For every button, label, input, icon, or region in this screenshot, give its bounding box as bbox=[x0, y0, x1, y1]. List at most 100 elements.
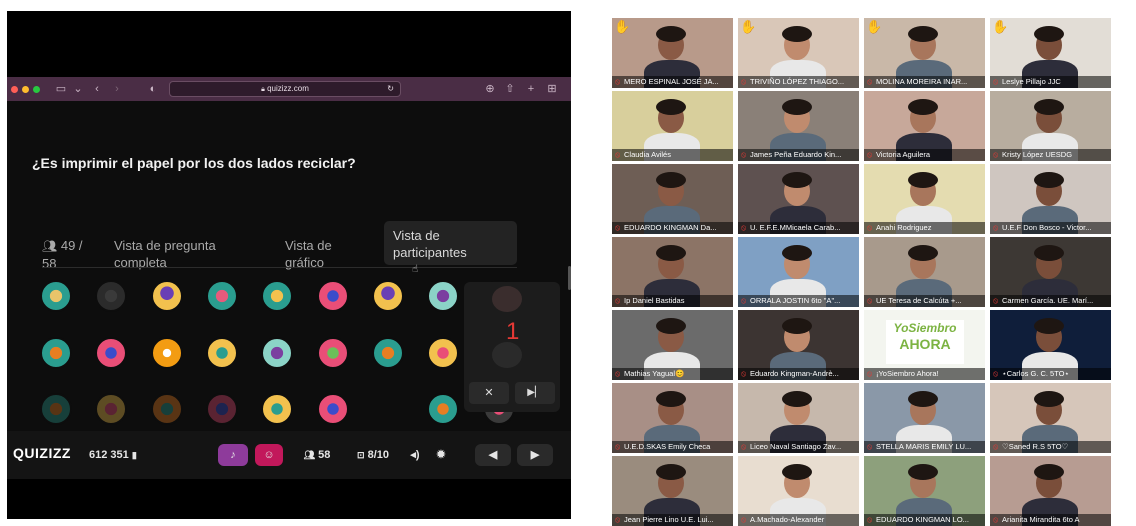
participant-hair bbox=[656, 172, 686, 188]
mic-muted-icon: ⦸ bbox=[615, 442, 621, 451]
mic-muted-icon: ⦸ bbox=[993, 515, 999, 524]
participant-avatar bbox=[206, 280, 238, 312]
raised-hand-icon: ✋ bbox=[992, 19, 1009, 34]
participant-tile[interactable]: Ip Daniel Bastidas ⦸ bbox=[612, 237, 733, 307]
participant-tile[interactable]: ⋆Carlos G. C. 5TO⋆ ⦸ bbox=[990, 310, 1111, 380]
reload-icon[interactable]: ↻ bbox=[387, 82, 394, 96]
participant-hair bbox=[1034, 318, 1064, 334]
participant-tile[interactable]: Carmen García. UE. Marí... ⦸ bbox=[990, 237, 1111, 307]
participant-avatar bbox=[151, 393, 183, 425]
participant-tile[interactable]: EDUARDO KINGMAN Da... ⦸ bbox=[612, 164, 733, 234]
participant-tile[interactable]: ✋ Leslye Pillajo JJC ⦸ bbox=[990, 18, 1111, 88]
url-text: quizizz.com bbox=[267, 84, 309, 93]
participant-hair bbox=[782, 318, 812, 334]
participant-name: Kristy López UESDG bbox=[990, 149, 1111, 161]
tab-overview-icon[interactable]: ⊞ bbox=[545, 81, 559, 97]
participant-tile[interactable]: Eduardo Kingman-Andrè... ⦸ bbox=[738, 310, 859, 380]
mic-muted-icon: ⦸ bbox=[741, 442, 747, 451]
tab-divider bbox=[42, 267, 517, 268]
tab-chart-view[interactable]: Vista de gráfico bbox=[285, 237, 365, 271]
raised-hand-icon: ✋ bbox=[614, 19, 631, 34]
participant-hair bbox=[1034, 391, 1064, 407]
participant-tile[interactable]: Victoria Aguilera ⦸ bbox=[864, 91, 985, 161]
users-icon: 👥︎ bbox=[303, 450, 316, 460]
question-progress[interactable]: ⊡ 8/10 bbox=[349, 444, 397, 466]
participant-tile[interactable]: EDUARDO KINGMAN LO... ⦸ bbox=[864, 456, 985, 526]
participant-name: EDUARDO KINGMAN LO... bbox=[864, 514, 985, 526]
scrollbar[interactable] bbox=[568, 266, 571, 290]
participant-hair bbox=[908, 172, 938, 188]
tab-participants-view[interactable]: Vista de participantes bbox=[384, 221, 517, 265]
participant-tile[interactable]: YoSiembro AHORA ¡YoSiembro Ahora! ⦸ bbox=[864, 310, 985, 380]
participant-name: Eduardo Kingman-Andrè... bbox=[738, 368, 859, 380]
participant-tile[interactable]: Anahi Rodriguez ⦸ bbox=[864, 164, 985, 234]
game-code[interactable]: 612 351 ▮ bbox=[85, 444, 161, 466]
raised-hand-icon: ✋ bbox=[740, 19, 757, 34]
zoom-window-button[interactable] bbox=[33, 86, 40, 93]
mic-muted-icon: ⦸ bbox=[741, 296, 747, 305]
participant-name: EDUARDO KINGMAN Da... bbox=[612, 222, 733, 234]
share-icon[interactable]: ⇧ bbox=[504, 81, 516, 97]
participant-tile[interactable]: Liceo Naval Santiago Zav... ⦸ bbox=[738, 383, 859, 453]
participant-hair bbox=[908, 391, 938, 407]
participant-tile[interactable]: ♡Saned R.S 5TO♡ ⦸ bbox=[990, 383, 1111, 453]
tab-full-question[interactable]: Vista de pregunta completa bbox=[114, 237, 254, 271]
shield-icon[interactable]: ◐ bbox=[147, 81, 159, 97]
participant-tile[interactable]: ✋ MOLINA MOREIRA INAR... ⦸ bbox=[864, 18, 985, 88]
participant-tile[interactable]: ✋ TRIVIÑO LÓPEZ THIAGO... ⦸ bbox=[738, 18, 859, 88]
mic-off-icon: ✕ bbox=[484, 387, 494, 399]
participant-tile[interactable]: A.Machado-Alexander ⦸ bbox=[738, 456, 859, 526]
new-tab-icon[interactable]: + bbox=[525, 81, 537, 97]
participant-name: Claudia Avilés bbox=[612, 149, 733, 161]
quizizz-logo: QUIZIZZ bbox=[13, 445, 71, 461]
shared-screen: ▭ ⌄ ‹ › ◐ 🔒︎ quizizz.com ↻ ⊕ ⇧ + ⊞ ¿Es i… bbox=[7, 11, 571, 519]
download-icon[interactable]: ⊕ bbox=[484, 81, 496, 97]
participant-tile[interactable]: U.E.D.SKAS Emily Checa ⦸ bbox=[612, 383, 733, 453]
participant-tile[interactable]: ✋ MERO ESPINAL JOSÉ JA... ⦸ bbox=[612, 18, 733, 88]
logo-text: YoSiembro bbox=[893, 321, 957, 335]
settings-button[interactable]: ✹ bbox=[431, 444, 451, 466]
url-bar[interactable]: 🔒︎ quizizz.com ↻ bbox=[169, 81, 401, 97]
music-button[interactable]: ♪ bbox=[218, 444, 248, 466]
participant-tile[interactable]: Jean Pierre Lino U.E. Lui... ⦸ bbox=[612, 456, 733, 526]
mic-muted-icon: ⦸ bbox=[993, 442, 999, 451]
next-icon: ▶ bbox=[530, 449, 540, 461]
minimize-window-button[interactable] bbox=[22, 86, 29, 93]
participant-tile[interactable]: UE Teresa de Calcúta +... ⦸ bbox=[864, 237, 985, 307]
participant-tile[interactable]: STELLA MARIS EMILY LU... ⦸ bbox=[864, 383, 985, 453]
mouse-cursor-icon: ☝︎ bbox=[412, 264, 419, 275]
back-icon[interactable]: ‹ bbox=[91, 81, 103, 97]
participant-avatar bbox=[317, 393, 349, 425]
question-text: ¿Es imprimir el papel por los dos lados … bbox=[32, 155, 356, 171]
participant-name: Leslye Pillajo JJC bbox=[990, 76, 1111, 88]
participant-hair bbox=[782, 172, 812, 188]
next-question-button[interactable]: ▶ bbox=[517, 444, 553, 466]
previous-button[interactable]: ◀ bbox=[475, 444, 511, 466]
participant-hair bbox=[656, 391, 686, 407]
players-count[interactable]: 👥︎ 58 bbox=[295, 444, 339, 466]
participant-tile[interactable]: Kristy López UESDG ⦸ bbox=[990, 91, 1111, 161]
participant-tile[interactable]: James Peña Eduardo Kin... ⦸ bbox=[738, 91, 859, 161]
close-window-button[interactable] bbox=[11, 86, 18, 93]
participant-hair bbox=[1034, 99, 1064, 115]
mic-muted-icon: ⦸ bbox=[615, 296, 621, 305]
mood-button[interactable]: ☺ bbox=[255, 444, 283, 466]
sidebar-icon[interactable]: ▭ bbox=[51, 81, 71, 97]
participant-name: MOLINA MOREIRA INAR... bbox=[864, 76, 985, 88]
mute-button[interactable]: ✕ bbox=[469, 382, 509, 404]
participant-tile[interactable]: U.E.F Don Bosco - Victor... ⦸ bbox=[990, 164, 1111, 234]
chevron-down-icon[interactable]: ⌄ bbox=[73, 81, 83, 97]
mic-muted-icon: ⦸ bbox=[867, 369, 873, 378]
next-button[interactable]: ▶▏ bbox=[515, 382, 555, 404]
participant-tile[interactable]: Mathias Yagual😊 ⦸ bbox=[612, 310, 733, 380]
participant-hair bbox=[782, 391, 812, 407]
participant-tile[interactable]: ORRALA JOSTIN 6to "A"... ⦸ bbox=[738, 237, 859, 307]
participant-tile[interactable]: Arianita Mirandita 6to A ⦸ bbox=[990, 456, 1111, 526]
mic-muted-icon: ⦸ bbox=[867, 296, 873, 305]
participant-tile[interactable]: U. E.F.E.MMicaela Carab... ⦸ bbox=[738, 164, 859, 234]
forward-icon[interactable]: › bbox=[111, 81, 123, 97]
floating-avatar bbox=[492, 286, 522, 312]
participant-hair bbox=[782, 26, 812, 42]
participant-tile[interactable]: Claudia Avilés ⦸ bbox=[612, 91, 733, 161]
volume-button[interactable]: ◂) bbox=[405, 444, 425, 466]
